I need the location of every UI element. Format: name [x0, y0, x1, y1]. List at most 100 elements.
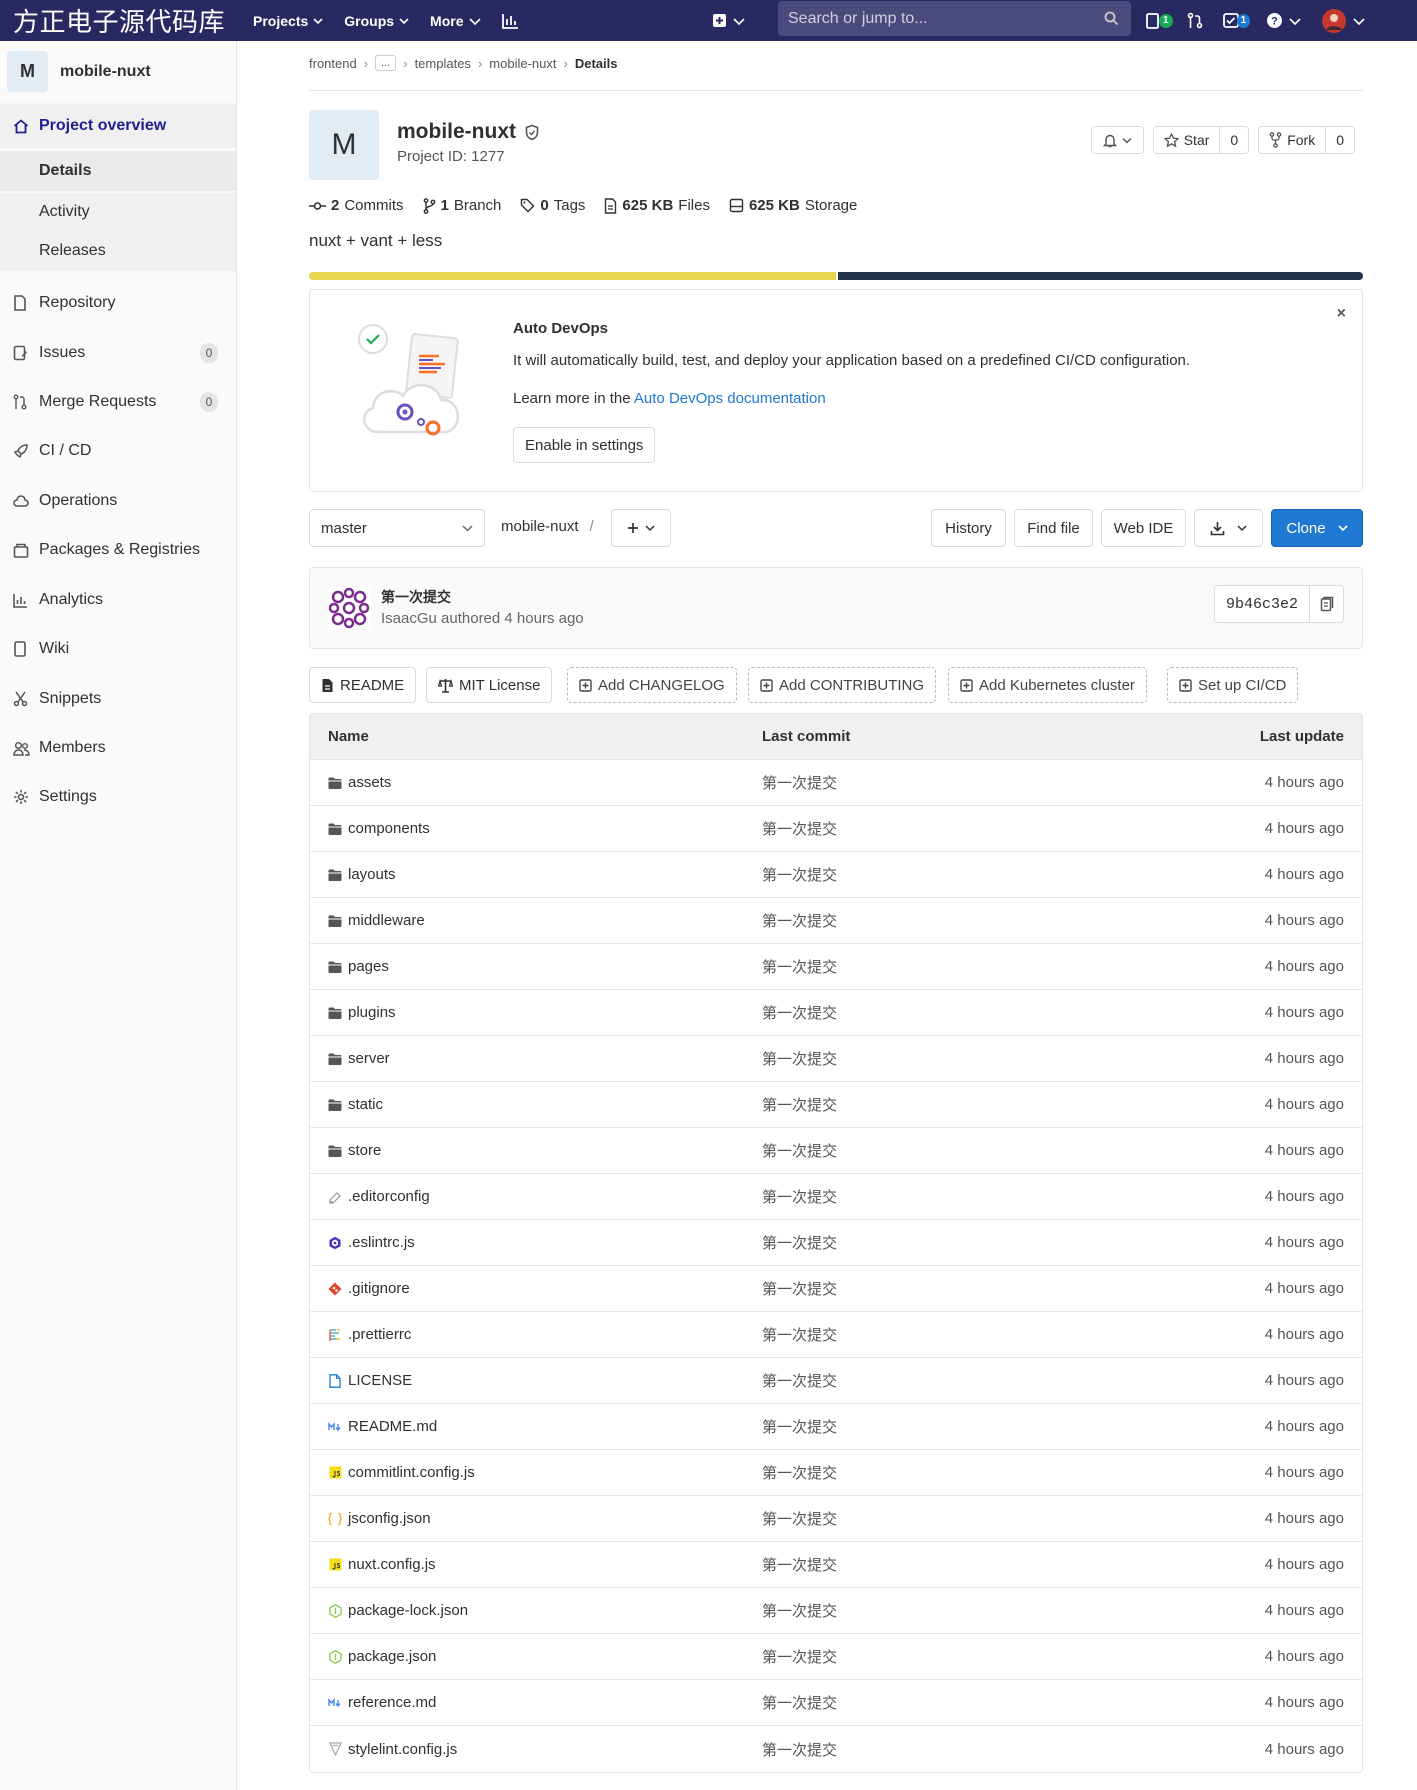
file-name-cell[interactable]: components [328, 806, 430, 851]
commit-title[interactable]: 第一次提交 [381, 587, 451, 607]
new-item-dropdown[interactable] [712, 13, 745, 28]
commit-message-cell[interactable]: 第一次提交 [762, 806, 837, 851]
table-row[interactable]: pages 第一次提交 4 hours ago [310, 944, 1362, 990]
star-count[interactable]: 0 [1219, 127, 1248, 153]
commits-link[interactable]: 2 Commits [309, 197, 404, 214]
close-icon[interactable]: × [1337, 305, 1346, 323]
license-button[interactable]: MIT License [426, 667, 553, 703]
table-row[interactable]: LICENSE 第一次提交 4 hours ago [310, 1358, 1362, 1404]
add-to-tree-dropdown[interactable] [611, 509, 671, 547]
file-name[interactable]: assets [348, 774, 391, 791]
commit-message-cell[interactable]: 第一次提交 [762, 1496, 837, 1541]
sidebar-item-analytics[interactable]: Analytics [0, 585, 236, 615]
readme-button[interactable]: README [309, 667, 417, 703]
fork-count[interactable]: 0 [1325, 127, 1354, 153]
file-name-cell[interactable]: .gitignore [328, 1266, 410, 1311]
commit-message-cell[interactable]: 第一次提交 [762, 990, 837, 1035]
web-ide-button[interactable]: Web IDE [1101, 509, 1186, 547]
commit-sha[interactable]: 9b46c3e2 [1215, 586, 1310, 622]
file-name-cell[interactable]: commitlint.config.js [328, 1450, 475, 1495]
table-row[interactable]: plugins 第一次提交 4 hours ago [310, 990, 1362, 1036]
add-kubernetes-cluster-button[interactable]: Add Kubernetes cluster [948, 667, 1147, 703]
file-name-cell[interactable]: server [328, 1036, 390, 1081]
table-row[interactable]: .prettierrc 第一次提交 4 hours ago [310, 1312, 1362, 1358]
sidebar-item-snippets[interactable]: Snippets [0, 684, 236, 714]
commit-message-cell[interactable]: 第一次提交 [762, 1220, 837, 1265]
file-name[interactable]: jsconfig.json [348, 1510, 431, 1527]
file-name[interactable]: server [348, 1050, 390, 1067]
fork-button[interactable]: Fork 0 [1258, 126, 1355, 154]
breadcrumb-mobile-nuxt[interactable]: mobile-nuxt [489, 56, 556, 71]
commit-message-cell[interactable]: 第一次提交 [762, 760, 837, 805]
find-file-button[interactable]: Find file [1014, 509, 1093, 547]
file-name-cell[interactable]: plugins [328, 990, 396, 1035]
table-row[interactable]: static 第一次提交 4 hours ago [310, 1082, 1362, 1128]
file-name[interactable]: components [348, 820, 430, 837]
brand-logo-text[interactable]: 方正电子源代码库 [13, 2, 225, 39]
sidebar-item-members[interactable]: Members [0, 733, 236, 763]
file-name-cell[interactable]: .prettierrc [328, 1312, 411, 1357]
file-name[interactable]: package.json [348, 1648, 436, 1665]
setup-ci-cd-button[interactable]: Set up CI/CD [1167, 667, 1299, 703]
issues-nav-button[interactable]: 1 [1146, 12, 1173, 29]
sidebar-item-operations[interactable]: Operations [0, 486, 236, 516]
nav-more[interactable]: More [430, 13, 481, 29]
table-row[interactable]: reference.md 第一次提交 4 hours ago [310, 1680, 1362, 1726]
file-name[interactable]: plugins [348, 1004, 396, 1021]
file-name-cell[interactable]: stylelint.config.js [328, 1726, 457, 1772]
add-changelog-button[interactable]: Add CHANGELOG [567, 667, 737, 703]
commit-message-cell[interactable]: 第一次提交 [762, 1312, 837, 1357]
commit-message-cell[interactable]: 第一次提交 [762, 1036, 837, 1081]
merge-requests-nav-button[interactable] [1187, 12, 1203, 29]
commit-message-cell[interactable]: 第一次提交 [762, 1174, 837, 1219]
sidebar-item-packages[interactable]: Packages & Registries [0, 535, 236, 565]
file-name-cell[interactable]: layouts [328, 852, 396, 897]
file-name[interactable]: static [348, 1096, 383, 1113]
breadcrumb-templates[interactable]: templates [415, 56, 471, 71]
commit-message-cell[interactable]: 第一次提交 [762, 852, 837, 897]
commit-message-cell[interactable]: 第一次提交 [762, 1082, 837, 1127]
table-row[interactable]: server 第一次提交 4 hours ago [310, 1036, 1362, 1082]
sidebar-item-project-overview[interactable]: Project overview [0, 104, 236, 148]
breadcrumb-frontend[interactable]: frontend [309, 56, 357, 71]
user-menu-dropdown[interactable] [1321, 8, 1365, 34]
table-row[interactable]: .editorconfig 第一次提交 4 hours ago [310, 1174, 1362, 1220]
commit-message-cell[interactable]: 第一次提交 [762, 1542, 837, 1587]
file-name[interactable]: stylelint.config.js [348, 1741, 457, 1758]
file-name[interactable]: layouts [348, 866, 396, 883]
commit-message-cell[interactable]: 第一次提交 [762, 944, 837, 989]
search-input[interactable]: Search or jump to... [778, 1, 1131, 36]
file-name[interactable]: .eslintrc.js [348, 1234, 415, 1251]
commit-message-cell[interactable]: 第一次提交 [762, 1588, 837, 1633]
file-name-cell[interactable]: jsconfig.json [328, 1496, 431, 1541]
file-name-cell[interactable]: LICENSE [328, 1358, 412, 1403]
table-row[interactable]: stylelint.config.js 第一次提交 4 hours ago [310, 1726, 1362, 1772]
nav-groups[interactable]: Groups [344, 13, 409, 29]
nav-projects[interactable]: Projects [253, 13, 323, 29]
file-name-cell[interactable]: middleware [328, 898, 425, 943]
file-name[interactable]: pages [348, 958, 389, 975]
commit-message-cell[interactable]: 第一次提交 [762, 1680, 837, 1725]
commit-message-cell[interactable]: 第一次提交 [762, 1450, 837, 1495]
file-name[interactable]: store [348, 1142, 381, 1159]
table-row[interactable]: middleware 第一次提交 4 hours ago [310, 898, 1362, 944]
file-name-cell[interactable]: static [328, 1082, 383, 1127]
table-row[interactable]: .eslintrc.js 第一次提交 4 hours ago [310, 1220, 1362, 1266]
commit-message-cell[interactable]: 第一次提交 [762, 1128, 837, 1173]
clone-dropdown[interactable]: Clone [1271, 509, 1363, 547]
history-button[interactable]: History [931, 509, 1006, 547]
file-name[interactable]: LICENSE [348, 1372, 412, 1389]
download-dropdown[interactable] [1194, 509, 1263, 547]
commit-message-cell[interactable]: 第一次提交 [762, 1634, 837, 1679]
tags-link[interactable]: 0 Tags [520, 197, 585, 214]
avatar[interactable] [328, 587, 370, 629]
table-row[interactable]: package-lock.json 第一次提交 4 hours ago [310, 1588, 1362, 1634]
notification-dropdown[interactable] [1090, 126, 1144, 154]
table-row[interactable]: README.md 第一次提交 4 hours ago [310, 1404, 1362, 1450]
enable-in-settings-button[interactable]: Enable in settings [513, 427, 656, 463]
file-name[interactable]: middleware [348, 912, 425, 929]
file-name[interactable]: .editorconfig [348, 1188, 430, 1205]
commit-message-cell[interactable]: 第一次提交 [762, 1266, 837, 1311]
sidebar-item-merge-requests[interactable]: Merge Requests 0 [0, 387, 236, 417]
file-name-cell[interactable]: .eslintrc.js [328, 1220, 415, 1265]
